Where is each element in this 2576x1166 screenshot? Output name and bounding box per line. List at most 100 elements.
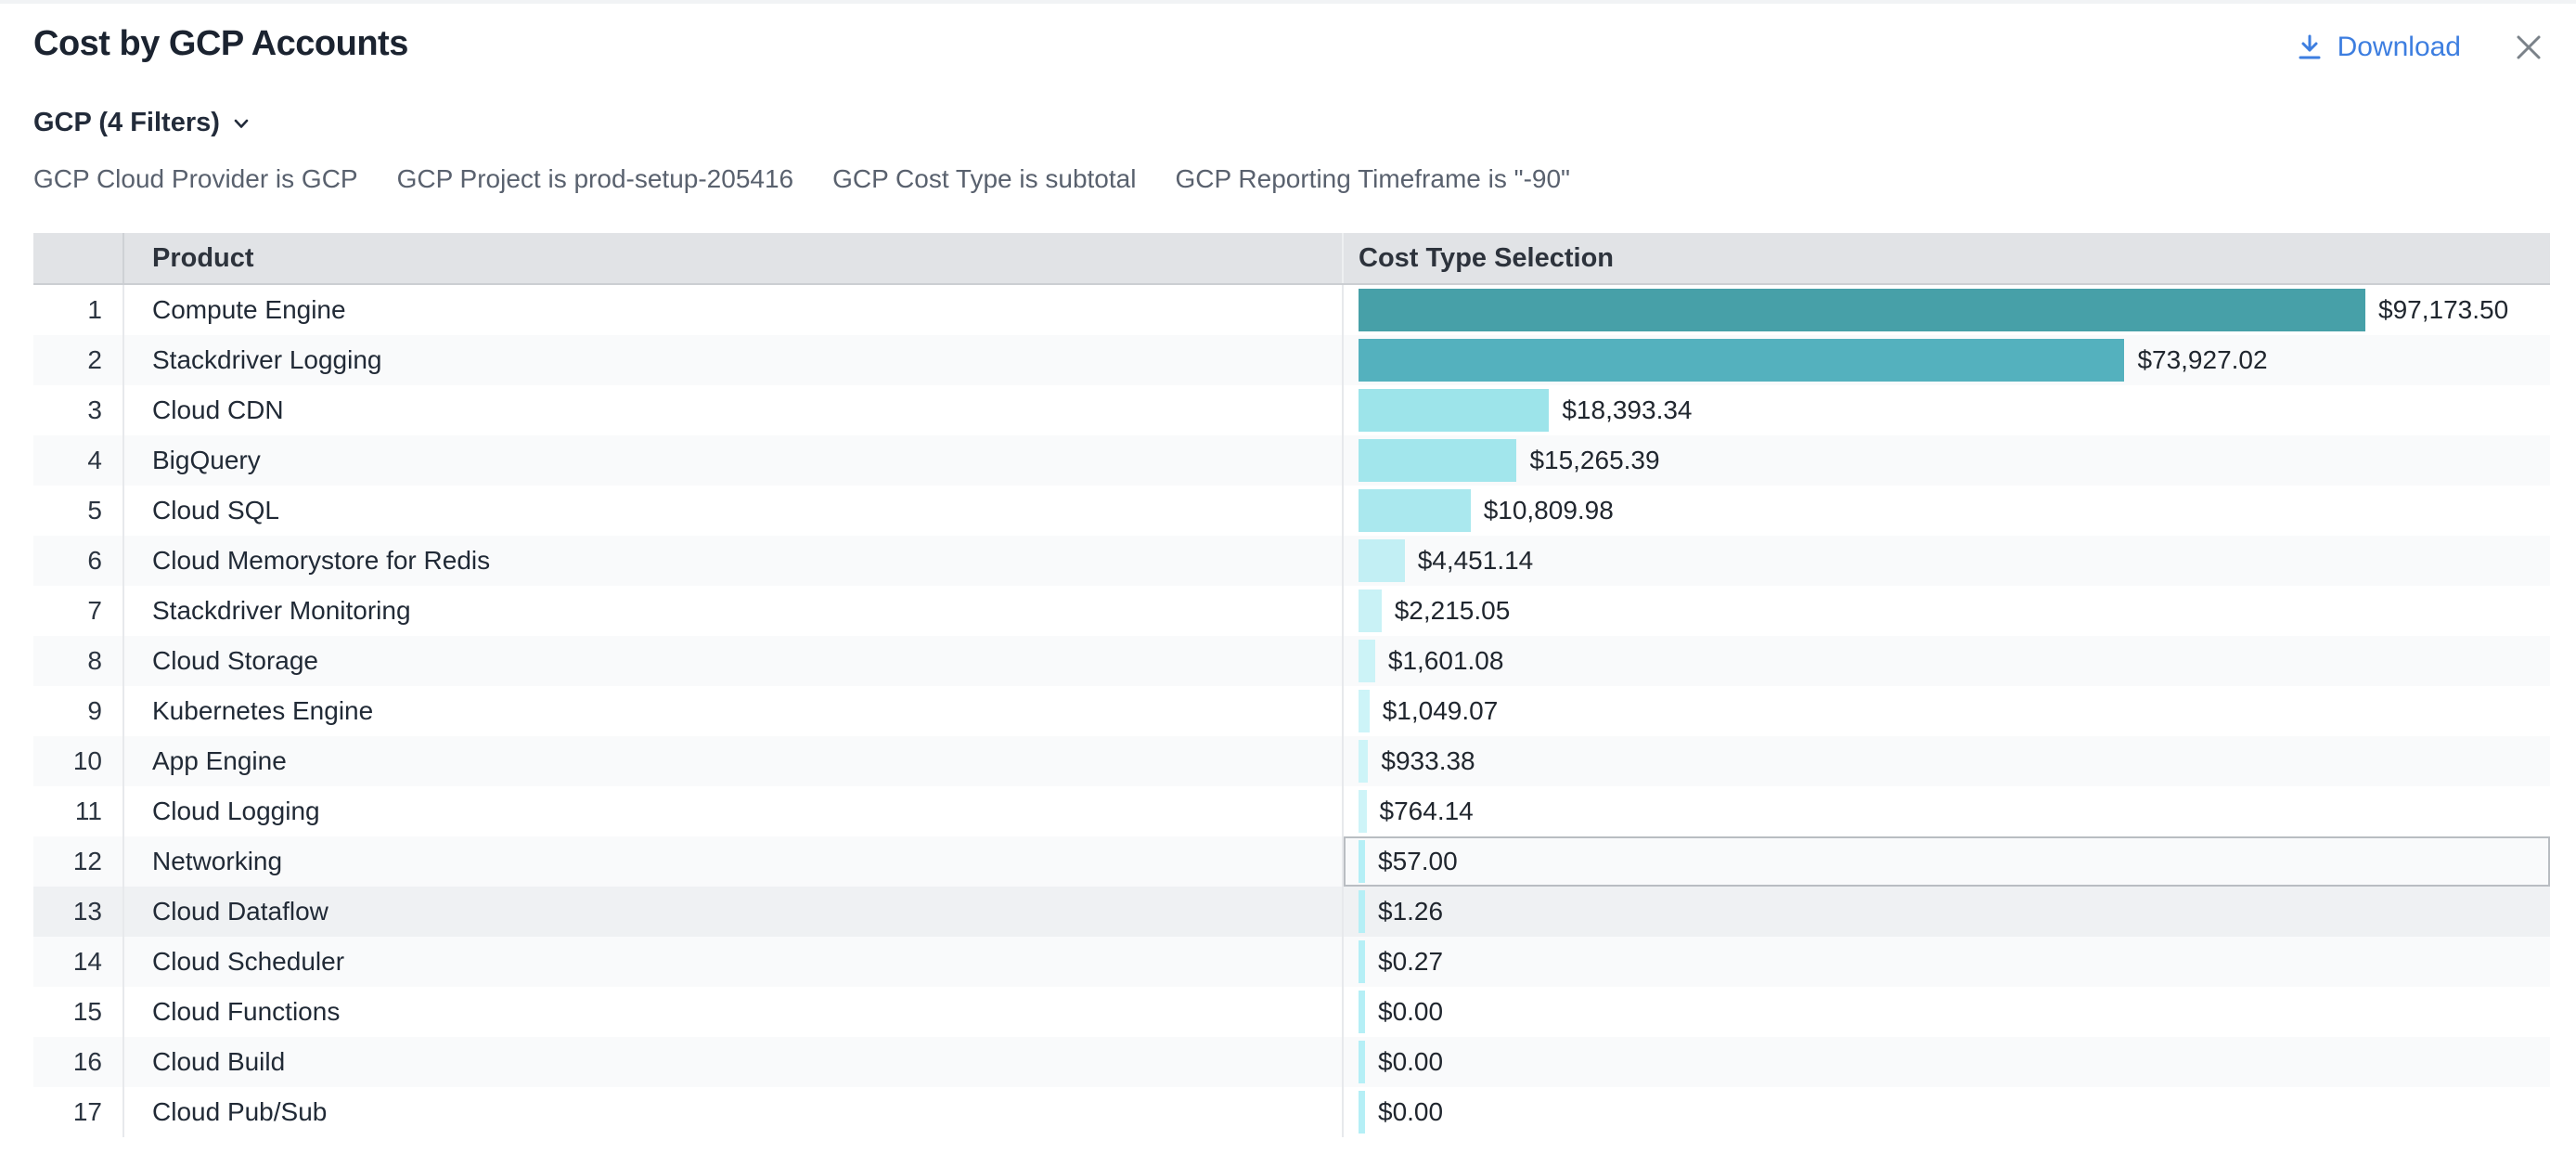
product-cell: Compute Engine	[124, 285, 1344, 335]
row-number: 16	[33, 1037, 124, 1087]
row-number: 15	[33, 987, 124, 1037]
page-title: Cost by GCP Accounts	[33, 20, 408, 64]
row-number: 5	[33, 486, 124, 536]
table-row[interactable]: 15 Cloud Functions $0.00	[33, 987, 2550, 1037]
cost-cell[interactable]: $0.00	[1344, 1087, 2550, 1137]
cost-value: $97,173.50	[2378, 295, 2508, 325]
cost-value: $0.00	[1378, 997, 1443, 1027]
cost-bar	[1359, 1091, 1365, 1134]
product-cell: Cloud Scheduler	[124, 937, 1344, 987]
cost-bar	[1359, 640, 1375, 682]
table-body: 1 Compute Engine $97,173.50 2 Stackdrive…	[33, 285, 2550, 1137]
filter-chip: GCP Reporting Timeframe is "-90"	[1175, 164, 1570, 194]
table-row[interactable]: 17 Cloud Pub/Sub $0.00	[33, 1087, 2550, 1137]
table-row[interactable]: 10 App Engine $933.38	[33, 736, 2550, 786]
product-cell: Cloud Pub/Sub	[124, 1087, 1344, 1137]
cost-value: $0.27	[1378, 947, 1443, 977]
table-row[interactable]: 11 Cloud Logging $764.14	[33, 786, 2550, 836]
cost-cell[interactable]: $1,601.08	[1344, 636, 2550, 686]
row-number: 2	[33, 335, 124, 385]
cost-cell[interactable]: $764.14	[1344, 786, 2550, 836]
table-row[interactable]: 12 Networking $57.00	[33, 836, 2550, 887]
table-row[interactable]: 1 Compute Engine $97,173.50	[33, 285, 2550, 335]
table-row[interactable]: 4 BigQuery $15,265.39	[33, 435, 2550, 486]
modal-header: Cost by GCP Accounts Download	[0, 4, 2576, 67]
download-label: Download	[2338, 32, 2461, 63]
close-button[interactable]	[2509, 28, 2548, 67]
cost-cell[interactable]: $73,927.02	[1344, 335, 2550, 385]
cost-value: $73,927.02	[2137, 345, 2267, 375]
cost-bar	[1359, 389, 1549, 432]
cost-value: $10,809.98	[1484, 496, 1614, 525]
cost-value: $2,215.05	[1395, 596, 1511, 626]
cost-value: $1,049.07	[1383, 696, 1499, 726]
cost-cell[interactable]: $2,215.05	[1344, 586, 2550, 636]
table-row[interactable]: 9 Kubernetes Engine $1,049.07	[33, 686, 2550, 736]
table-row[interactable]: 13 Cloud Dataflow $1.26	[33, 887, 2550, 937]
row-number: 14	[33, 937, 124, 987]
row-number: 8	[33, 636, 124, 686]
cost-cell[interactable]: $1,049.07	[1344, 686, 2550, 736]
table-row[interactable]: 2 Stackdriver Logging $73,927.02	[33, 335, 2550, 385]
header-cost-type-selection: Cost Type Selection	[1344, 233, 2550, 283]
cost-value: $18,393.34	[1562, 395, 1692, 425]
table-row[interactable]: 7 Stackdriver Monitoring $2,215.05	[33, 586, 2550, 636]
row-number: 11	[33, 786, 124, 836]
download-icon	[2295, 32, 2325, 62]
cost-cell[interactable]: $57.00	[1344, 836, 2550, 887]
table-row[interactable]: 16 Cloud Build $0.00	[33, 1037, 2550, 1087]
product-cell: Stackdriver Logging	[124, 335, 1344, 385]
product-cell: Cloud SQL	[124, 486, 1344, 536]
cost-cell[interactable]: $18,393.34	[1344, 385, 2550, 435]
cost-cell[interactable]: $10,809.98	[1344, 486, 2550, 536]
cost-value: $1.26	[1378, 897, 1443, 926]
cost-cell[interactable]: $0.00	[1344, 1037, 2550, 1087]
cost-bar	[1359, 339, 2124, 382]
row-number: 3	[33, 385, 124, 435]
filters-toggle[interactable]: GCP (4 Filters)	[33, 108, 251, 138]
table-row[interactable]: 5 Cloud SQL $10,809.98	[33, 486, 2550, 536]
row-number: 17	[33, 1087, 124, 1137]
cost-bar	[1359, 991, 1365, 1033]
cost-cell[interactable]: $933.38	[1344, 736, 2550, 786]
cost-cell[interactable]: $0.00	[1344, 987, 2550, 1037]
filter-chip: GCP Project is prod-setup-205416	[397, 164, 794, 194]
cost-value: $1,601.08	[1388, 646, 1504, 676]
cost-bar	[1359, 489, 1471, 532]
row-number: 13	[33, 887, 124, 937]
header-product: Product	[124, 233, 1344, 283]
download-button[interactable]: Download	[2295, 32, 2461, 63]
cost-value: $0.00	[1378, 1047, 1443, 1077]
product-cell: Stackdriver Monitoring	[124, 586, 1344, 636]
product-cell: Cloud CDN	[124, 385, 1344, 435]
cost-bar	[1359, 539, 1405, 582]
header-row-number	[33, 233, 124, 283]
cost-bar	[1359, 1041, 1365, 1083]
cost-bar	[1359, 790, 1367, 833]
cost-bar	[1359, 940, 1365, 983]
row-number: 4	[33, 435, 124, 486]
chevron-down-icon	[231, 113, 251, 134]
row-number: 6	[33, 536, 124, 586]
cost-cell[interactable]: $0.27	[1344, 937, 2550, 987]
cost-bar	[1359, 439, 1516, 482]
cost-by-gcp-accounts-modal: Cost by GCP Accounts Download	[0, 0, 2576, 1166]
row-number: 9	[33, 686, 124, 736]
table-row[interactable]: 3 Cloud CDN $18,393.34	[33, 385, 2550, 435]
row-number: 12	[33, 836, 124, 887]
cost-cell[interactable]: $15,265.39	[1344, 435, 2550, 486]
cost-cell[interactable]: $97,173.50	[1344, 285, 2550, 335]
product-cell: Kubernetes Engine	[124, 686, 1344, 736]
cost-cell[interactable]: $4,451.14	[1344, 536, 2550, 586]
product-cell: Cloud Storage	[124, 636, 1344, 686]
table-row[interactable]: 14 Cloud Scheduler $0.27	[33, 937, 2550, 987]
cost-cell[interactable]: $1.26	[1344, 887, 2550, 937]
table-row[interactable]: 6 Cloud Memorystore for Redis $4,451.14	[33, 536, 2550, 586]
product-cell: Cloud Dataflow	[124, 887, 1344, 937]
product-cell: BigQuery	[124, 435, 1344, 486]
product-cell: Cloud Functions	[124, 987, 1344, 1037]
cost-value: $4,451.14	[1418, 546, 1534, 576]
row-number: 1	[33, 285, 124, 335]
row-number: 10	[33, 736, 124, 786]
table-row[interactable]: 8 Cloud Storage $1,601.08	[33, 636, 2550, 686]
